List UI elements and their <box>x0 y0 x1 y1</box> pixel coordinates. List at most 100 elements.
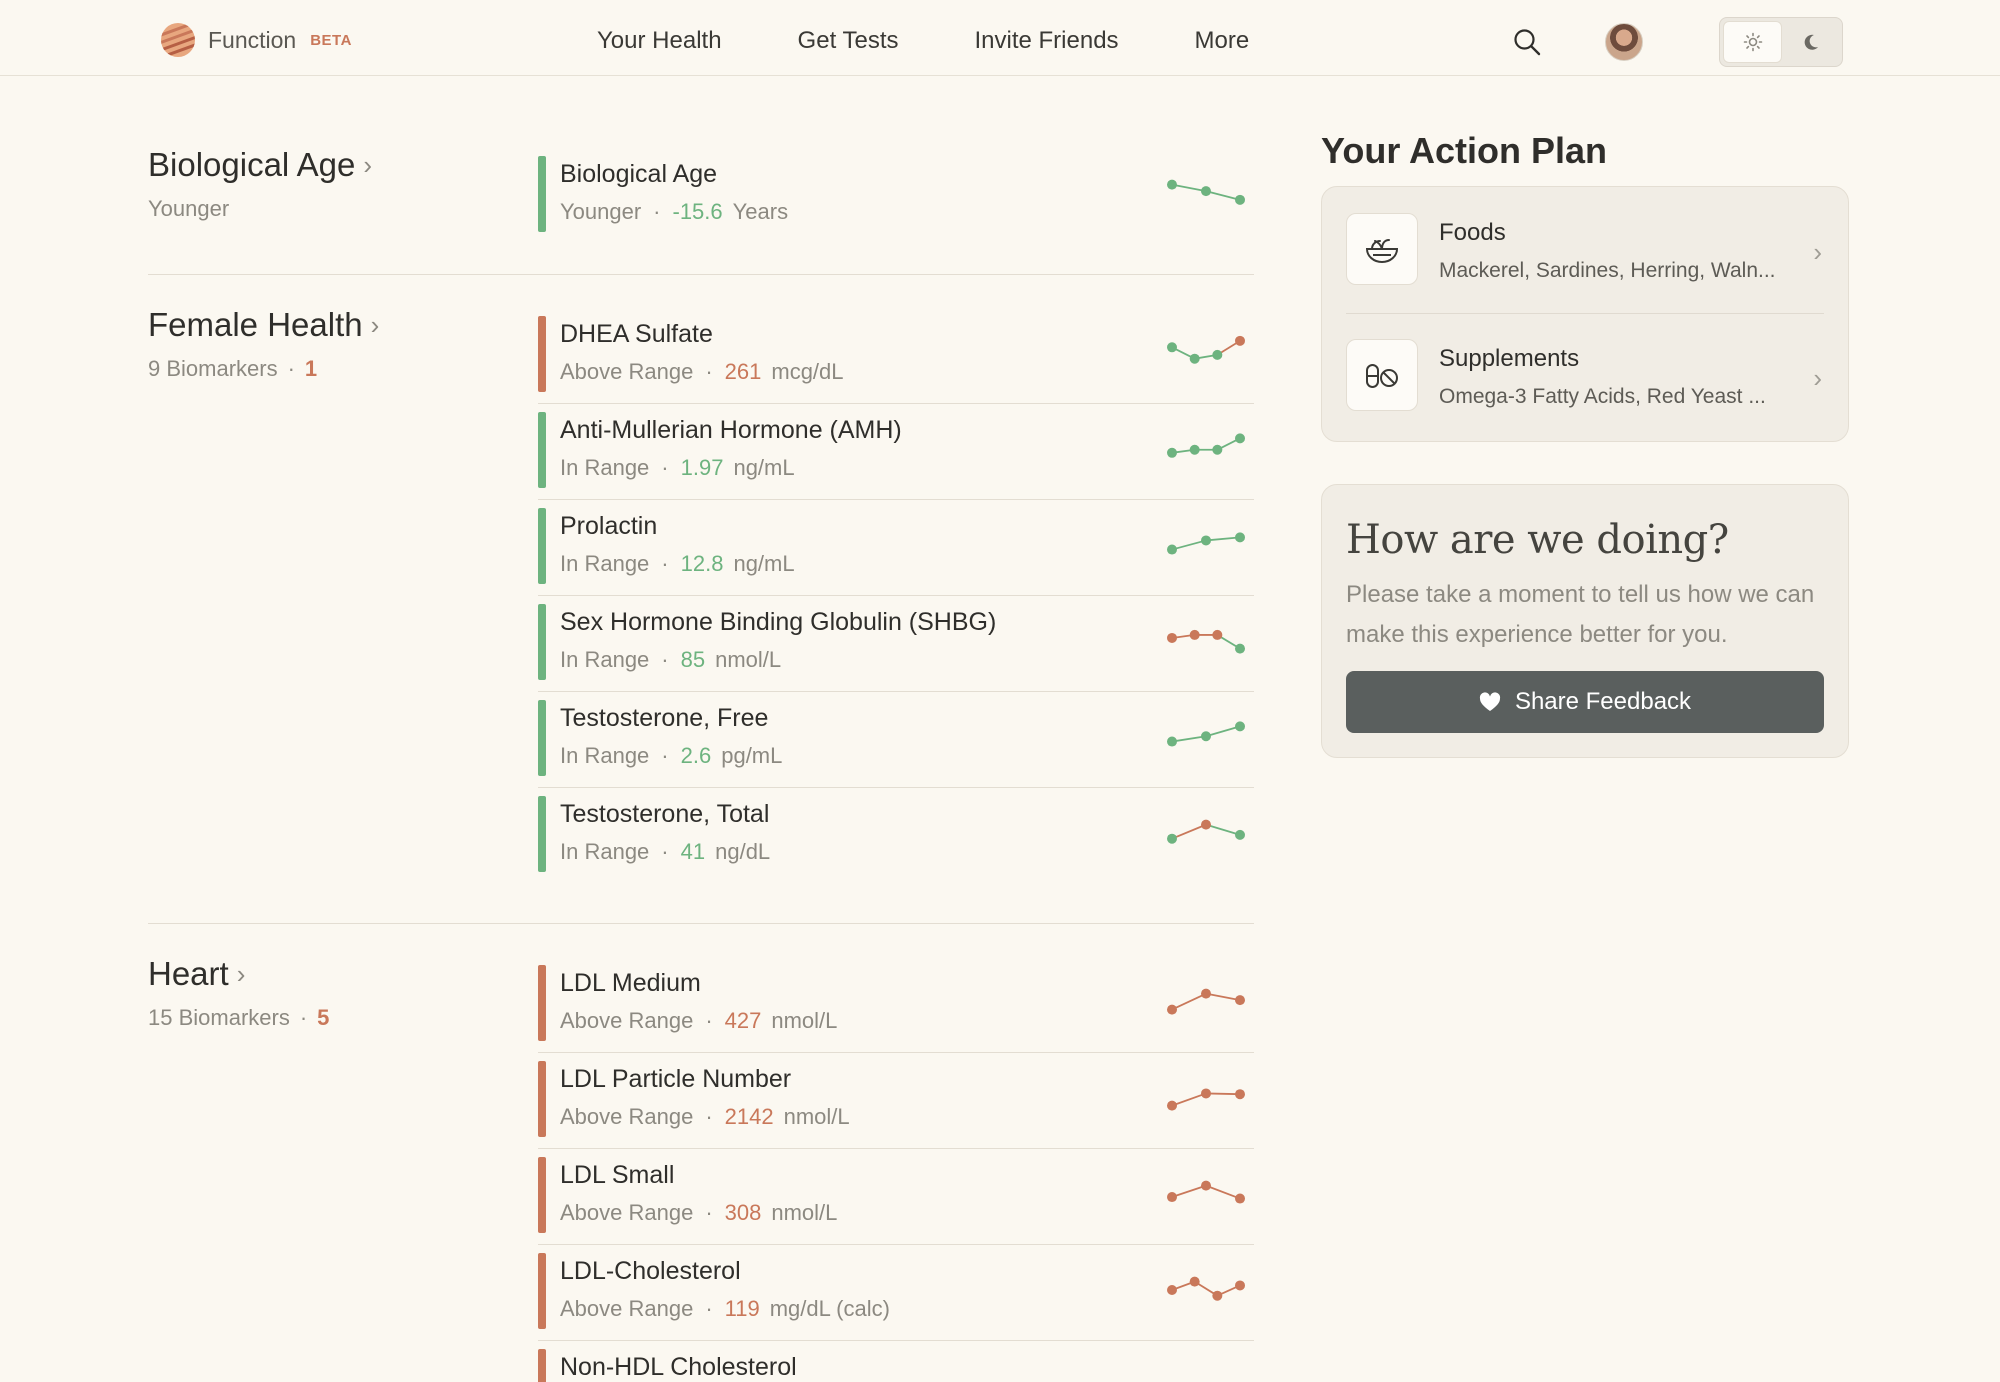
sparkline-point <box>1167 1004 1177 1015</box>
status-bar <box>538 156 546 232</box>
section-biological-age: Biological Age › Younger <box>148 146 372 222</box>
biomarker-name: Prolactin <box>560 512 658 540</box>
biomarker-row[interactable]: LDL Particle Number Above Range · 2142 nmol… <box>538 1053 1254 1149</box>
biomarker-value: 2.6 <box>680 743 712 768</box>
section-title-link[interactable]: Female Health › <box>148 306 379 344</box>
biomarker-value: 119 <box>724 1296 760 1321</box>
trend-sparkline <box>1167 819 1245 844</box>
sparkline-segment <box>1171 992 1207 1011</box>
section-title-link[interactable]: Biological Age › <box>148 146 372 184</box>
biomarker-unit: mcg/dL <box>771 359 844 384</box>
share-feedback-label: Share Feedback <box>1514 688 1692 715</box>
section-title-link[interactable]: Heart › <box>148 955 329 993</box>
section-female-health: Female Health › 9 Biomarkers · 1 <box>148 306 379 382</box>
feedback-text: Please take a moment to tell us how we c… <box>1346 581 1815 648</box>
sparkline-point <box>1167 1285 1177 1295</box>
function-logo-icon <box>161 23 195 57</box>
pills-icon <box>1346 339 1418 411</box>
status-bar <box>538 700 546 776</box>
sparkline-point <box>1212 629 1223 640</box>
nav-your-health[interactable]: Your Health <box>597 27 722 55</box>
action-plan-item-name: Supplements <box>1439 345 1580 372</box>
chevron-right-icon: › <box>236 958 246 989</box>
trend-sparkline <box>1167 721 1245 747</box>
separator-dot: · <box>661 647 669 672</box>
biomarker-status: In Range <box>560 455 650 480</box>
sparkline-point <box>1201 819 1211 830</box>
biomarker-meta: In Range · 1.97 ng/mL <box>560 455 795 481</box>
sparkline-segment <box>1171 183 1207 192</box>
biomarker-status: Above Range <box>560 1008 694 1033</box>
biomarker-row[interactable]: Non-HDL Cholesterol <box>538 1341 1254 1382</box>
action-plan-supplements[interactable]: Supplements Omega-3 Fatty Acids, Red Yea… <box>1346 313 1824 417</box>
biomarker-name: DHEA Sulfate <box>560 320 713 348</box>
main-nav: Your Health Get Tests Invite Friends Mor… <box>597 27 1325 55</box>
sparkline-point <box>1167 632 1177 643</box>
biomarker-row[interactable]: Sex Hormone Binding Globulin (SHBG) In R… <box>538 596 1254 692</box>
nav-more[interactable]: More <box>1195 27 1250 55</box>
section-title: Female Health <box>148 306 363 343</box>
status-bar <box>538 1157 546 1233</box>
status-bar <box>538 1349 546 1382</box>
sparkline-point <box>1201 1088 1211 1099</box>
chevron-right-icon: › <box>370 309 380 340</box>
status-bar <box>538 1061 546 1137</box>
biomarker-row[interactable]: Biological Age Younger · -15.6 Years <box>538 148 1254 244</box>
sparkline-point <box>1212 349 1223 360</box>
light-mode-button[interactable] <box>1723 21 1782 63</box>
sparkline-segment <box>1205 1184 1241 1200</box>
biomarker-meta: In Range · 85 nmol/L <box>560 647 781 673</box>
status-bar <box>538 604 546 680</box>
biomarker-row[interactable]: LDL Small Above Range · 308 nmol/L <box>538 1149 1254 1245</box>
sparkline-point <box>1167 1192 1177 1203</box>
biomarker-row[interactable]: Testosterone, Free In Range · 2.6 pg/mL <box>538 692 1254 788</box>
sparkline-point <box>1235 433 1245 444</box>
biomarker-row[interactable]: DHEA Sulfate Above Range · 261 mcg/dL <box>538 308 1254 404</box>
nav-invite-friends[interactable]: Invite Friends <box>974 27 1118 55</box>
out-of-range-count: 1 <box>304 356 318 381</box>
biomarker-row[interactable]: Anti-Mullerian Hormone (AMH) In Range · 1.… <box>538 404 1254 500</box>
action-plan-foods[interactable]: Foods Mackerel, Sardines, Herring, Waln.… <box>1346 187 1824 291</box>
avatar[interactable] <box>1605 23 1643 61</box>
search-icon[interactable] <box>1512 27 1542 57</box>
section-subtitle-text: 15 Biomarkers <box>148 1005 290 1030</box>
biomarker-meta: In Range · 12.8 ng/mL <box>560 551 795 577</box>
biomarker-unit: pg/mL <box>721 743 783 768</box>
sparkline-point <box>1235 532 1245 543</box>
biomarker-status: In Range <box>560 647 650 672</box>
separator-dot: · <box>661 743 669 768</box>
biomarker-value: 261 <box>724 359 762 384</box>
separator-dot: · <box>287 356 295 381</box>
app-logo[interactable]: Function BETA <box>160 22 352 58</box>
sparkline-point <box>1235 643 1245 654</box>
trend-sparkline <box>1167 629 1245 654</box>
theme-toggle <box>1719 17 1843 67</box>
biomarker-row[interactable]: LDL Medium Above Range · 427 nmol/L <box>538 957 1254 1053</box>
action-plan-item-desc: Omega-3 Fatty Acids, Red Yeast ... <box>1439 385 1766 408</box>
biomarker-meta: Above Range · 261 mcg/dL <box>560 359 844 385</box>
biomarker-value: 427 <box>724 1008 762 1033</box>
biomarker-unit: ng/dL <box>715 839 771 864</box>
biomarker-row[interactable]: Prolactin In Range · 12.8 ng/mL <box>538 500 1254 596</box>
nav-get-tests[interactable]: Get Tests <box>798 27 899 55</box>
section-subtitle: 15 Biomarkers · 5 <box>148 1005 329 1031</box>
sparkline-point <box>1201 535 1211 546</box>
feedback-title: How are we doing? <box>1346 517 1729 563</box>
sparkline-point <box>1235 1089 1245 1100</box>
sparkline-segment <box>1205 1092 1241 1096</box>
biomarker-unit: nmol/L <box>715 647 782 672</box>
sparkline-point <box>1235 721 1245 732</box>
biomarker-unit: nmol/L <box>783 1104 850 1129</box>
biomarker-row[interactable]: LDL-Cholesterol Above Range · 119 mg/dL (ca… <box>538 1245 1254 1341</box>
share-feedback-button[interactable]: Share Feedback <box>1346 671 1824 733</box>
biomarker-name: LDL Medium <box>560 969 701 997</box>
sparkline-point <box>1235 995 1245 1006</box>
biomarker-value: 12.8 <box>680 551 724 576</box>
biomarker-meta: Above Range · 119 mg/dL (calc) <box>560 1296 890 1322</box>
status-bar <box>538 1253 546 1329</box>
biomarker-status: Above Range <box>560 359 694 384</box>
dark-mode-button[interactable] <box>1782 21 1839 63</box>
biomarker-row[interactable]: Testosterone, Total In Range · 41 ng/dL <box>538 788 1254 884</box>
biomarker-unit: Years <box>732 199 789 224</box>
sun-icon <box>1743 32 1762 52</box>
